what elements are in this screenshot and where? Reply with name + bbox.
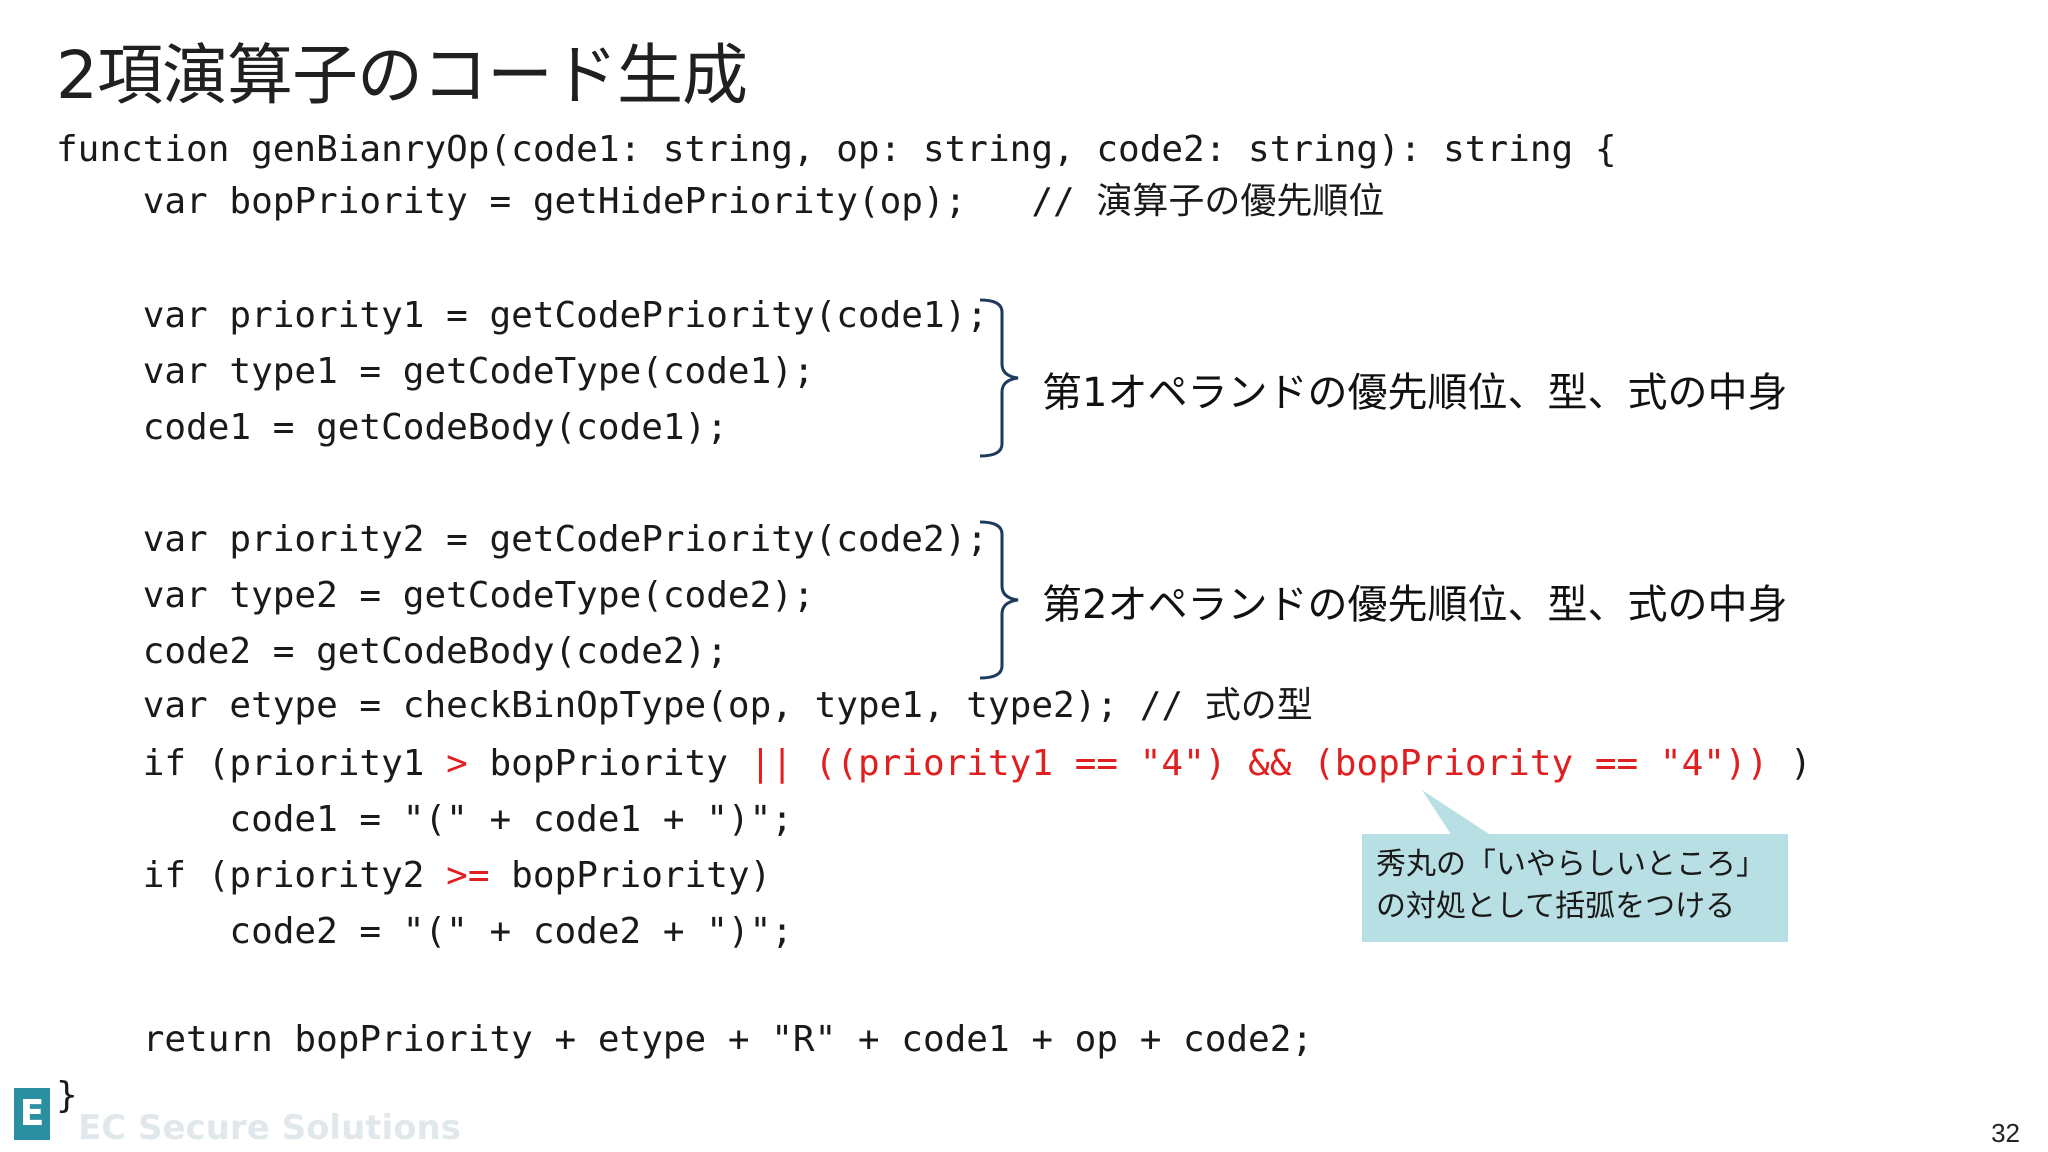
code-line-9: var etype = checkBinOpType(op, type1, ty… [56,685,1313,726]
code-line-12: if (priority2 >= bopPriority) [56,855,772,896]
code-line-2: var bopPriority = getHidePriority(op); /… [56,181,1385,222]
code-gt-operator: > [446,743,468,784]
operand2-note: 第2オペランドの優先順位、型、式の中身 [1042,582,1788,628]
callout: 秀丸の「いやらしいところ」 の対処として括弧をつける [1362,790,1788,942]
code-line-5: code1 = getCodeBody(code1); [56,407,728,448]
logo-mark: E [14,1088,50,1140]
slide: 2項演算子のコード生成 function genBianryOp(code1: … [0,0,2048,1152]
code-line-13: code2 = "(" + code2 + ")"; [56,911,793,952]
callout-text: 秀丸の「いやらしいところ」 の対処として括弧をつける [1376,844,1766,928]
code-line-10: if (priority1 > bopPriority || ((priorit… [56,746,1812,782]
callout-line-1: 秀丸の「いやらしいところ」 [1376,847,1766,882]
code-close-paren: ) [1768,743,1812,784]
code-line-3: var priority1 = getCodePriority(code1); [56,295,988,336]
slide-title: 2項演算子のコード生成 [56,37,748,114]
code-line-11: code1 = "(" + code1 + ")"; [56,799,793,840]
callout-line-2: の対処として括弧をつける [1376,889,1736,924]
operand1-note: 第1オペランドの優先順位、型、式の中身 [1042,370,1788,416]
code-bop-priority: bopPriority [467,743,750,784]
code-line-4: var type1 = getCodeType(code1); [56,351,815,392]
code-line-1: function genBianryOp(code1: string, op: … [56,129,1617,170]
company-logo: E [14,1088,62,1140]
code-line-14: return bopPriority + etype + "R" + code1… [56,1019,1314,1060]
code-line-7: var type2 = getCodeType(code2); [56,575,815,616]
page-number: 32 [1991,1118,2020,1148]
code-line-6: var priority2 = getCodePriority(code2); [56,519,988,560]
code-added-condition: || ((priority1 == "4") && (bopPriority =… [749,743,1769,784]
right-brace-icon [979,520,1019,680]
code-if-priority2: if (priority2 [56,855,447,896]
company-name: EC Secure Solutions [78,1108,461,1148]
right-brace-icon [979,298,1019,458]
code-line-8: code2 = getCodeBody(code2); [56,631,728,672]
code-bop-priority-2: bopPriority) [489,855,772,896]
callout-pointer [1422,790,1492,836]
code-if-priority1: if (priority1 [56,743,447,784]
code-gte-operator: >= [446,855,490,896]
